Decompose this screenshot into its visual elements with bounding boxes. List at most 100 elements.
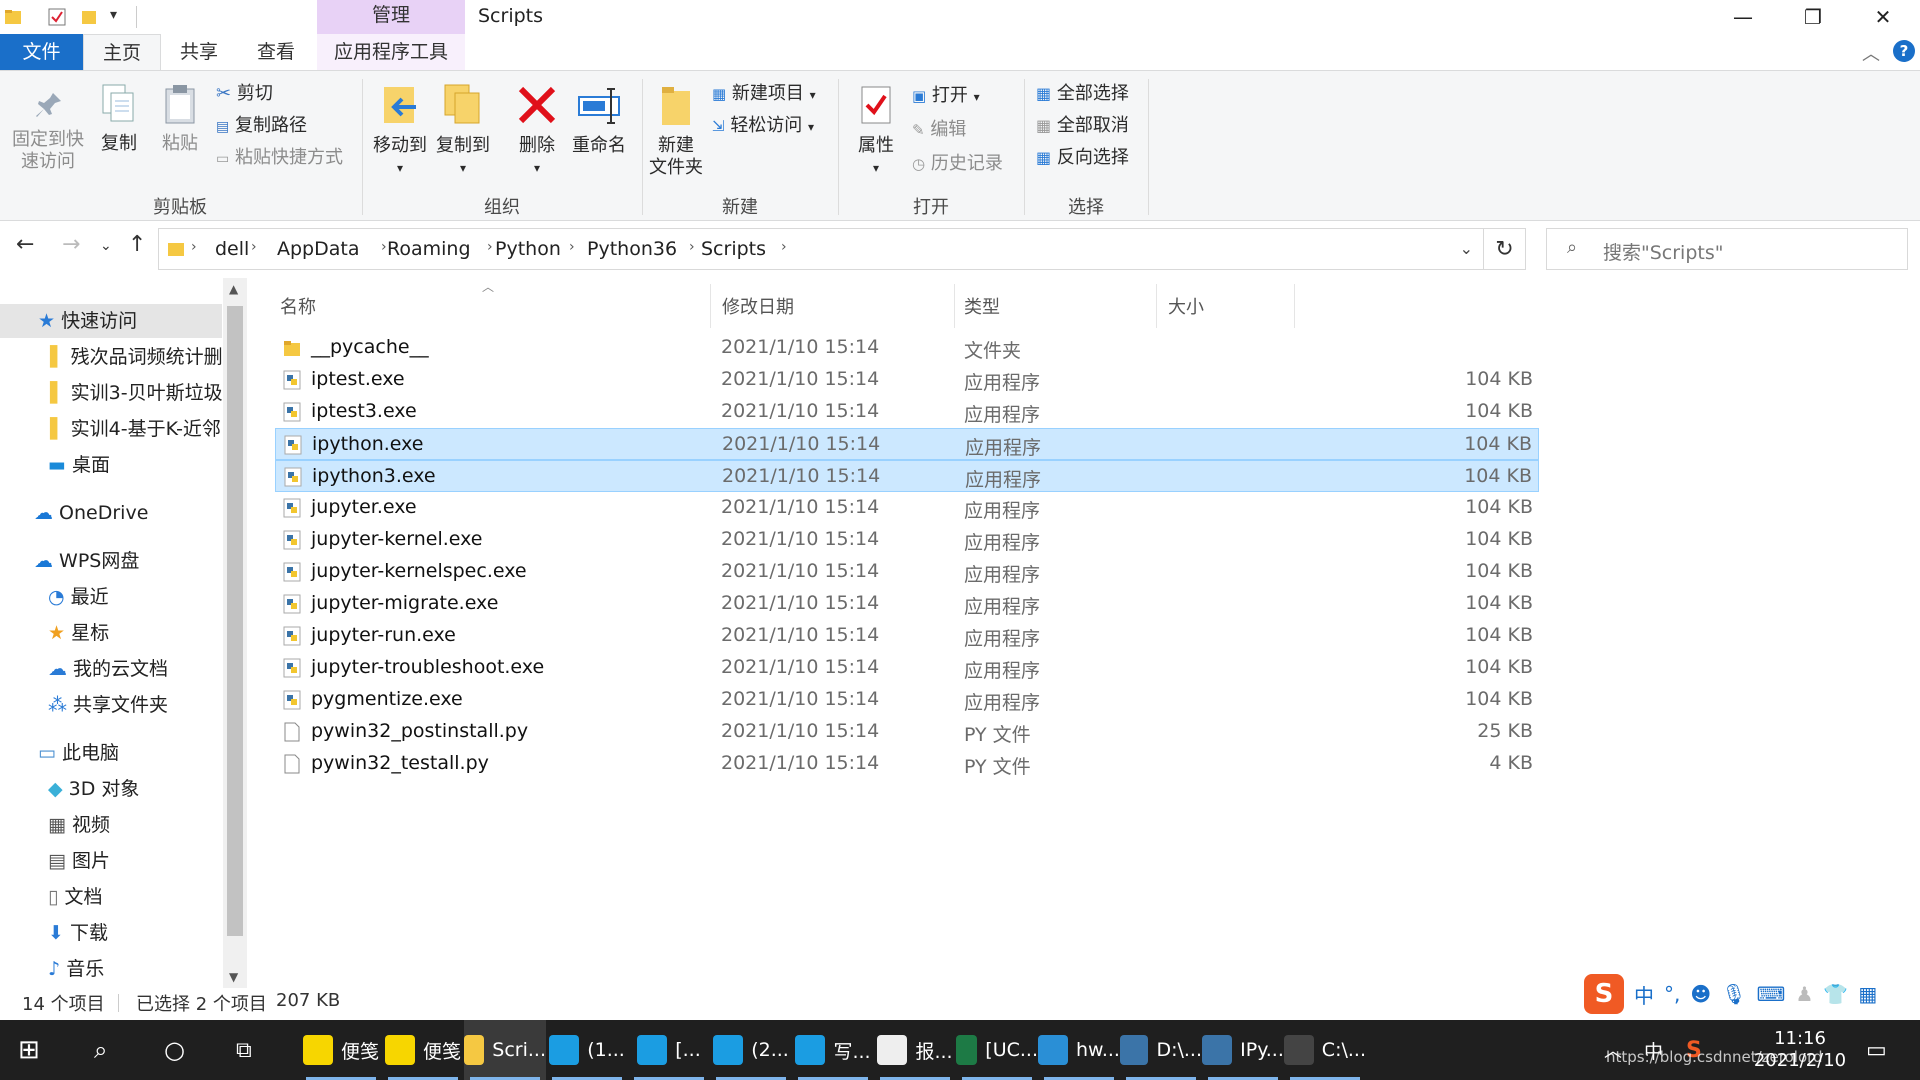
nav-item-recent[interactable]: ◔ 最近 [48, 580, 109, 614]
context-tab-manage[interactable]: 管理 [317, 0, 465, 34]
scroll-up-icon[interactable]: ▲ [229, 282, 238, 296]
column-header-date[interactable]: 修改日期 [722, 288, 794, 328]
invert-selection-button[interactable]: ▦ 反向选择 [1036, 147, 1129, 169]
breadcrumb-python36[interactable]: Python36 [587, 238, 677, 260]
file-row[interactable]: ipython.exe 2021/1/10 15:14 应用程序 104 KB [275, 428, 1539, 460]
nav-item-cloud-docs[interactable]: ☁ 我的云文档 [48, 652, 168, 686]
nav-item-pinned-3[interactable]: ▌ 实训4-基于K-近邻 [50, 412, 221, 446]
microphone-icon[interactable]: 🎙 [1721, 982, 1746, 1006]
new-folder-qa-icon[interactable] [80, 8, 98, 26]
chevron-right-icon[interactable]: › [781, 239, 787, 255]
keyboard-icon[interactable]: ⌨ [1757, 982, 1786, 1006]
refresh-button[interactable]: ↻ [1484, 228, 1526, 270]
collapse-ribbon-icon[interactable]: ︿ [1862, 40, 1880, 66]
taskbar-app[interactable]: hw... [1038, 1020, 1120, 1080]
task-view-button[interactable]: ⧉ [236, 1020, 252, 1080]
forward-arrow-icon[interactable]: → [62, 232, 80, 257]
punctuation-icon[interactable]: °, [1664, 982, 1680, 1006]
copy-to-button[interactable]: 复制到 ▾ [434, 83, 492, 179]
nav-item-shared[interactable]: ⁂ 共享文件夹 [48, 688, 168, 722]
nav-item-wps[interactable]: ☁ WPS网盘 [34, 544, 139, 578]
customize-qa-chevron-icon[interactable]: ▾ [110, 7, 117, 23]
easy-access-button[interactable]: ⇲ 轻松访问 ▾ [712, 115, 814, 138]
history-button[interactable]: ◷ 历史记录 [912, 153, 1003, 175]
open-button[interactable]: ▣ 打开 ▾ [912, 85, 980, 108]
delete-button[interactable]: 删除 ▾ [510, 83, 564, 179]
file-row[interactable]: jupyter.exe 2021/1/10 15:14 应用程序 104 KB [275, 492, 1539, 524]
maximize-button[interactable]: ❐ [1778, 0, 1848, 34]
nav-item-music[interactable]: ♪ 音乐 [48, 952, 104, 986]
new-folder-button[interactable]: 新建 文件夹 [644, 83, 708, 179]
address-bar[interactable]: › dell › AppData › Roaming › Python › Py… [158, 228, 1484, 270]
chevron-right-icon[interactable]: › [251, 239, 257, 255]
sogou-logo-icon[interactable]: S [1584, 974, 1624, 1014]
tab-file[interactable]: 文件 [0, 34, 83, 70]
column-header-name[interactable]: 名称 [280, 288, 316, 328]
paste-shortcut-button[interactable]: ▭ 粘贴快捷方式 [216, 147, 343, 170]
file-row[interactable]: __pycache__ 2021/1/10 15:14 文件夹 [275, 332, 1539, 364]
nav-item-quick-access[interactable]: ★ 快速访问 [38, 304, 137, 338]
scrollbar-thumb[interactable] [227, 306, 243, 936]
taskbar-app[interactable]: (2... [710, 1020, 792, 1080]
file-row[interactable]: jupyter-kernel.exe 2021/1/10 15:14 应用程序 104… [275, 524, 1539, 556]
column-header-type[interactable]: 类型 [964, 288, 1000, 328]
file-row[interactable]: pywin32_testall.py 2021/1/10 15:14 PY 文件 4 … [275, 748, 1539, 780]
nav-item-pinned-2[interactable]: ▌ 实训3-贝叶斯垃圾 [50, 376, 222, 410]
taskbar-app[interactable]: C:\... [1284, 1020, 1366, 1080]
properties-button[interactable]: 属性 ▾ [846, 83, 906, 179]
taskbar-app[interactable]: (1... [546, 1020, 628, 1080]
nav-item-pictures[interactable]: ▤ 图片 [48, 844, 110, 878]
column-header-size[interactable]: 大小 [1168, 288, 1204, 328]
tab-home[interactable]: 主页 [83, 34, 161, 70]
cortana-button[interactable]: ○ [164, 1020, 185, 1080]
column-divider[interactable] [710, 284, 711, 328]
taskbar-app[interactable]: [... [628, 1020, 710, 1080]
rename-button[interactable]: 重命名 [568, 83, 630, 157]
chevron-right-icon[interactable]: › [569, 239, 575, 255]
back-arrow-icon[interactable]: ← [16, 232, 34, 257]
file-row[interactable]: pygmentize.exe 2021/1/10 15:14 应用程序 104 KB [275, 684, 1539, 716]
breadcrumb-dell[interactable]: dell [215, 238, 249, 260]
nav-item-videos[interactable]: ▦ 视频 [48, 808, 110, 842]
notification-button[interactable]: ▭ [1866, 1020, 1887, 1080]
column-divider[interactable] [1156, 284, 1157, 328]
search-box[interactable]: ⌕ 搜索"Scripts" [1546, 228, 1908, 270]
properties-checkbox-icon[interactable] [48, 8, 66, 26]
breadcrumb-appdata[interactable]: AppData [277, 238, 360, 260]
breadcrumb-roaming[interactable]: Roaming [387, 238, 471, 260]
nav-item-downloads[interactable]: ⬇ 下载 [48, 916, 108, 950]
close-button[interactable]: ✕ [1848, 0, 1918, 34]
file-row[interactable]: jupyter-kernelspec.exe 2021/1/10 15:14 应用程… [275, 556, 1539, 588]
file-row[interactable]: jupyter-migrate.exe 2021/1/10 15:14 应用程序 10… [275, 588, 1539, 620]
select-all-button[interactable]: ▦ 全部选择 [1036, 83, 1129, 105]
edit-button[interactable]: ✎ 编辑 [912, 119, 966, 141]
skin-shirt-icon[interactable]: 👕 [1823, 982, 1848, 1006]
new-item-button[interactable]: ▦ 新建项目 ▾ [712, 83, 816, 106]
cut-button[interactable]: ✂ 剪切 [216, 83, 273, 105]
chevron-right-icon[interactable]: › [689, 239, 695, 255]
up-arrow-icon[interactable]: ↑ [128, 232, 146, 257]
nav-item-desktop[interactable]: ▬ 桌面 [48, 448, 110, 482]
taskbar-app[interactable]: Scri... [464, 1020, 546, 1080]
nav-item-star[interactable]: ★ 星标 [48, 616, 109, 650]
column-divider[interactable] [1294, 284, 1295, 328]
help-icon[interactable]: ? [1893, 40, 1915, 62]
breadcrumb-scripts[interactable]: Scripts [701, 238, 766, 260]
tab-share[interactable]: 共享 [163, 34, 235, 70]
copy-path-button[interactable]: ▤ 复制路径 [216, 115, 307, 138]
minimize-button[interactable]: — [1708, 0, 1778, 34]
move-to-button[interactable]: 移动到 ▾ [372, 83, 428, 179]
emoji-icon[interactable]: ☻ [1690, 982, 1711, 1006]
taskbar-app[interactable]: 便笺 [300, 1020, 382, 1080]
breadcrumb-python[interactable]: Python [495, 238, 561, 260]
user-icon[interactable]: ♟ [1795, 982, 1813, 1006]
search-button[interactable]: ⌕ [94, 1020, 107, 1080]
address-dropdown-chevron-icon[interactable]: ⌄ [1460, 239, 1473, 258]
tab-view[interactable]: 查看 [240, 34, 312, 70]
file-row[interactable]: pywin32_postinstall.py 2021/1/10 15:14 PY … [275, 716, 1539, 748]
taskbar-app[interactable]: 报... [874, 1020, 956, 1080]
taskbar-app[interactable]: 写... [792, 1020, 874, 1080]
taskbar-app[interactable]: 便笺 [382, 1020, 464, 1080]
start-button[interactable]: ⊞ [18, 1020, 40, 1080]
copy-button[interactable]: 复制 [94, 83, 144, 155]
